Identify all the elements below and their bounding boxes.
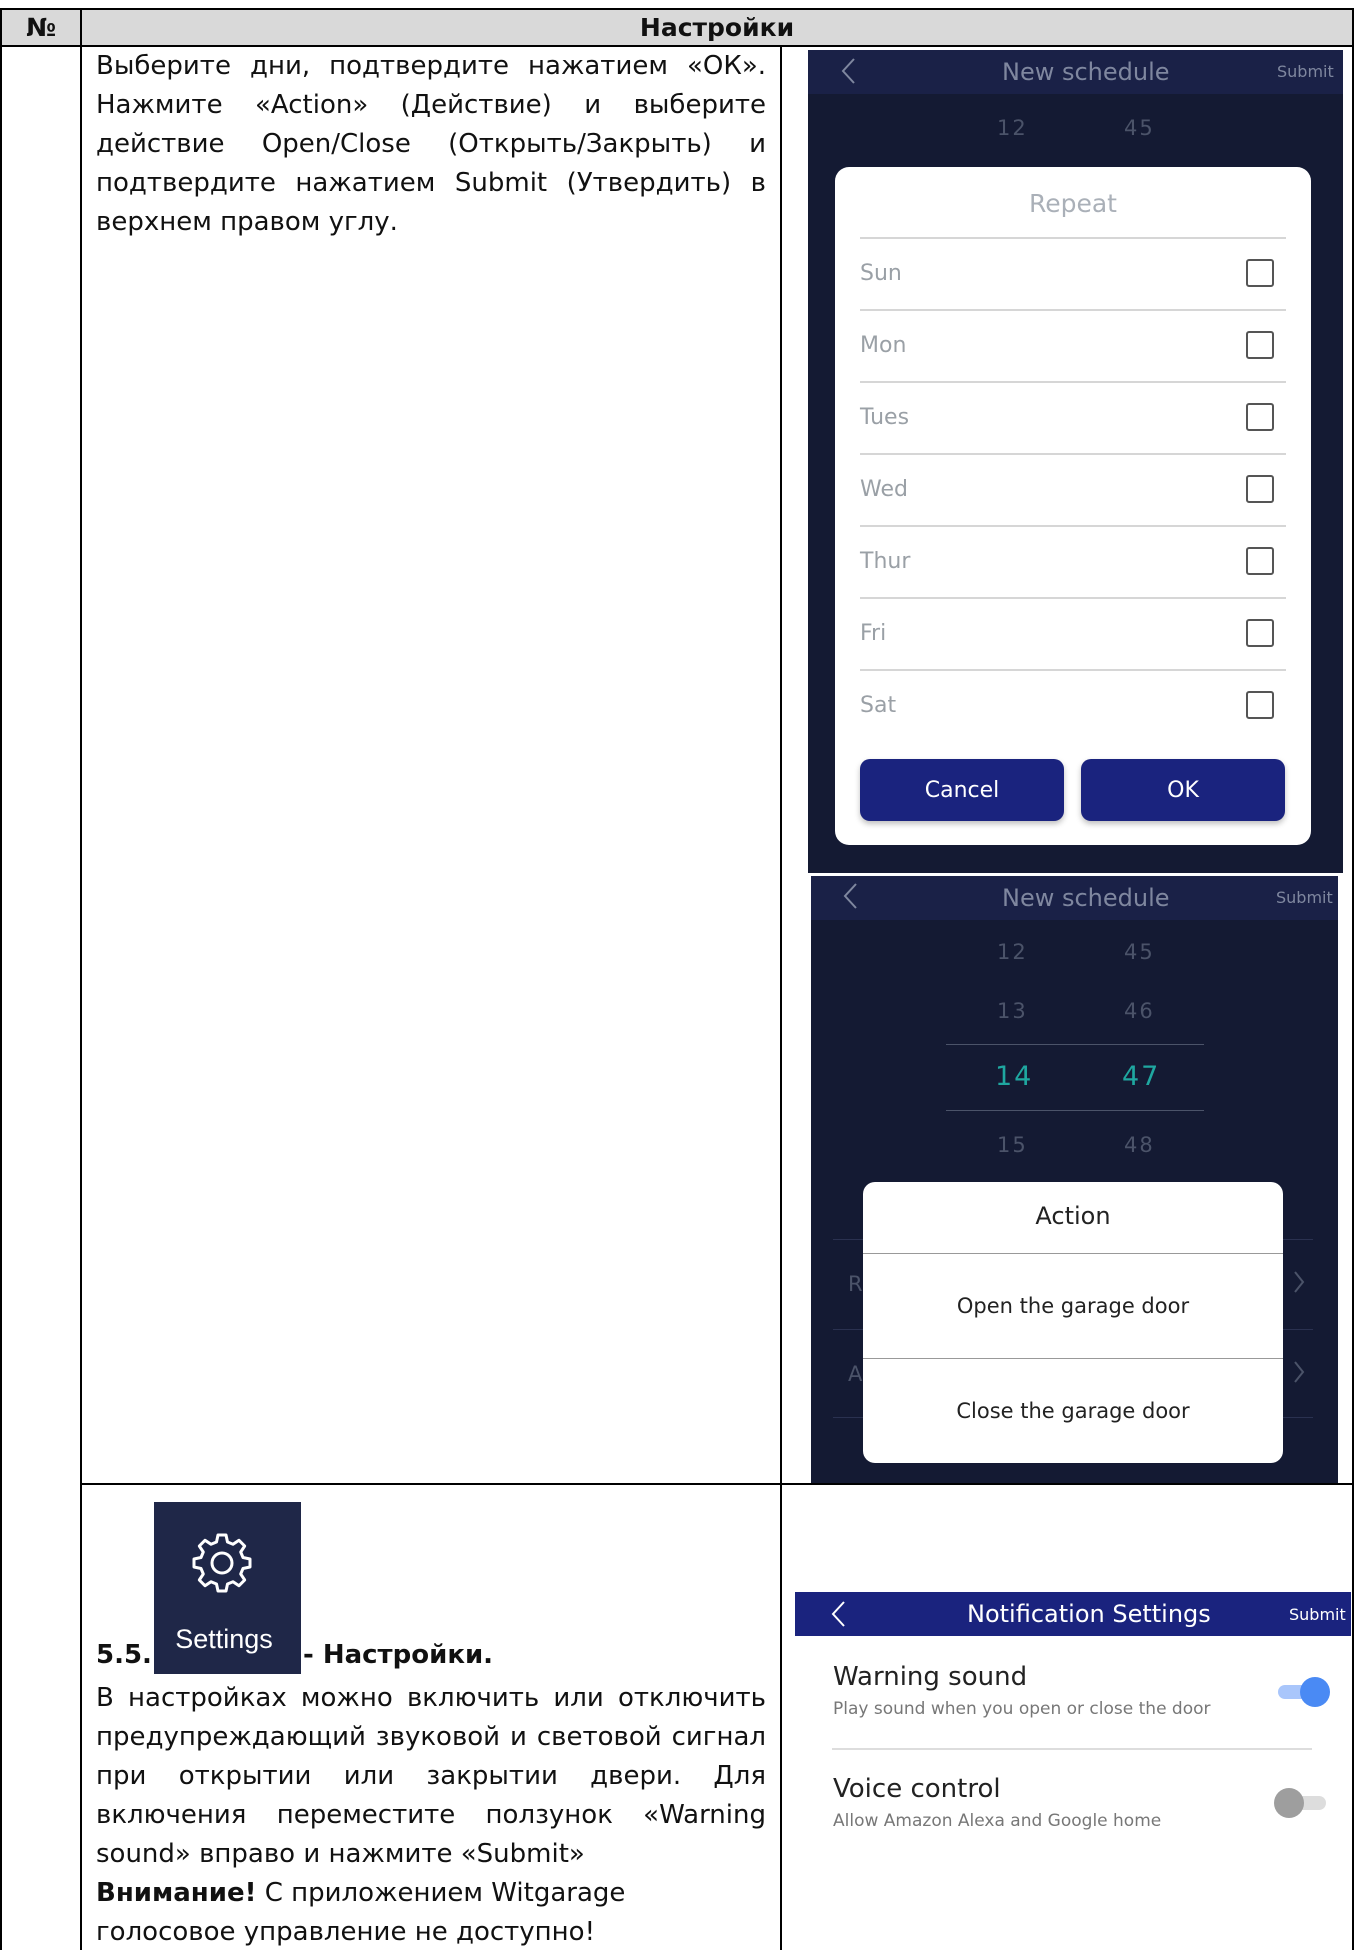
row2-instructions: В настройках можно включить или отключит… xyxy=(96,1683,766,1869)
close-garage-option[interactable]: Close the garage door xyxy=(863,1358,1283,1463)
settings-label: Settings xyxy=(175,1624,273,1654)
minute-value[interactable]: 45 xyxy=(1124,940,1155,964)
day-label: Fri xyxy=(860,621,887,646)
column-header-number: № xyxy=(2,10,80,45)
screen-title: New schedule xyxy=(1002,58,1170,86)
submit-button[interactable]: Submit xyxy=(1289,1605,1346,1624)
warning-sound-title: Warning sound xyxy=(833,1662,1028,1692)
day-row-wed[interactable]: Wed xyxy=(860,453,1286,527)
day-checkbox[interactable] xyxy=(1246,403,1274,431)
action-dialog: Action Open the garage door Close the ga… xyxy=(863,1182,1283,1463)
day-checkbox[interactable] xyxy=(1246,475,1274,503)
day-label: Mon xyxy=(860,333,907,358)
screen-title: Notification Settings xyxy=(967,1600,1211,1628)
day-checkbox[interactable] xyxy=(1246,619,1274,647)
minute-selected[interactable]: 47 xyxy=(1122,1061,1160,1092)
back-chevron-icon[interactable] xyxy=(840,57,856,89)
warning-label: Внимание! xyxy=(96,1878,257,1908)
day-label: Sat xyxy=(860,693,897,718)
cancel-button[interactable]: Cancel xyxy=(860,759,1064,821)
settings-tile[interactable]: Settings xyxy=(154,1502,301,1674)
hour-selected[interactable]: 14 xyxy=(995,1061,1033,1092)
day-row-sun[interactable]: Sun xyxy=(860,237,1286,311)
submit-button[interactable]: Submit xyxy=(1276,888,1333,907)
day-checkbox[interactable] xyxy=(1246,691,1274,719)
voice-control-toggle[interactable] xyxy=(1274,1788,1326,1818)
submit-button[interactable]: Submit xyxy=(1277,62,1334,81)
day-label: Sun xyxy=(860,261,902,286)
chevron-right-icon xyxy=(1293,1270,1305,1298)
repeat-dialog: Repeat Sun Mon Tues Wed Thur Fri Sat Can… xyxy=(835,167,1311,845)
day-row-fri[interactable]: Fri xyxy=(860,597,1286,671)
row1-instructions: Выберите дни, подтвердите нажатием «ОК».… xyxy=(96,51,766,237)
hour-value[interactable]: 12 xyxy=(997,940,1028,964)
day-label: Thur xyxy=(860,549,911,574)
day-row-tues[interactable]: Tues xyxy=(860,381,1286,455)
minute-value[interactable]: 45 xyxy=(1124,116,1155,140)
day-checkbox[interactable] xyxy=(1246,331,1274,359)
action-row-label[interactable]: A xyxy=(848,1362,862,1386)
day-label: Tues xyxy=(860,405,910,430)
minute-value[interactable]: 46 xyxy=(1124,999,1155,1023)
ok-button[interactable]: OK xyxy=(1081,759,1285,821)
warning-sound-subtitle: Play sound when you open or close the do… xyxy=(833,1699,1211,1719)
hour-value[interactable]: 15 xyxy=(997,1133,1028,1157)
dialog-title: Repeat xyxy=(1028,189,1117,218)
back-chevron-icon[interactable] xyxy=(830,1600,846,1632)
hour-value[interactable]: 13 xyxy=(997,999,1028,1023)
back-chevron-icon[interactable] xyxy=(842,882,858,914)
dialog-title: Action xyxy=(1035,1202,1111,1230)
minute-value[interactable]: 48 xyxy=(1124,1133,1155,1157)
day-row-thur[interactable]: Thur xyxy=(860,525,1286,599)
chevron-right-icon xyxy=(1293,1360,1305,1388)
voice-control-subtitle: Allow Amazon Alexa and Google home xyxy=(833,1811,1162,1831)
row2-warning: Внимание! С приложением Witgarage голосо… xyxy=(96,1874,772,1952)
notification-settings-screen xyxy=(795,1592,1351,1950)
day-label: Wed xyxy=(860,477,908,502)
open-garage-option[interactable]: Open the garage door xyxy=(863,1253,1283,1358)
screen-title: New schedule xyxy=(1002,884,1170,912)
day-row-mon[interactable]: Mon xyxy=(860,309,1286,383)
voice-control-title: Voice control xyxy=(833,1774,1001,1804)
column-header-settings: Настройки xyxy=(82,10,1352,45)
day-row-sat[interactable]: Sat xyxy=(860,669,1286,743)
hour-value[interactable]: 12 xyxy=(997,116,1028,140)
repeat-row-label[interactable]: R xyxy=(848,1272,863,1296)
day-checkbox[interactable] xyxy=(1246,547,1274,575)
section-heading: - Настройки. xyxy=(303,1640,494,1670)
warning-sound-toggle[interactable] xyxy=(1278,1677,1330,1707)
day-checkbox[interactable] xyxy=(1246,259,1274,287)
section-number: 5.5. xyxy=(96,1640,152,1670)
gear-icon xyxy=(190,1529,254,1597)
